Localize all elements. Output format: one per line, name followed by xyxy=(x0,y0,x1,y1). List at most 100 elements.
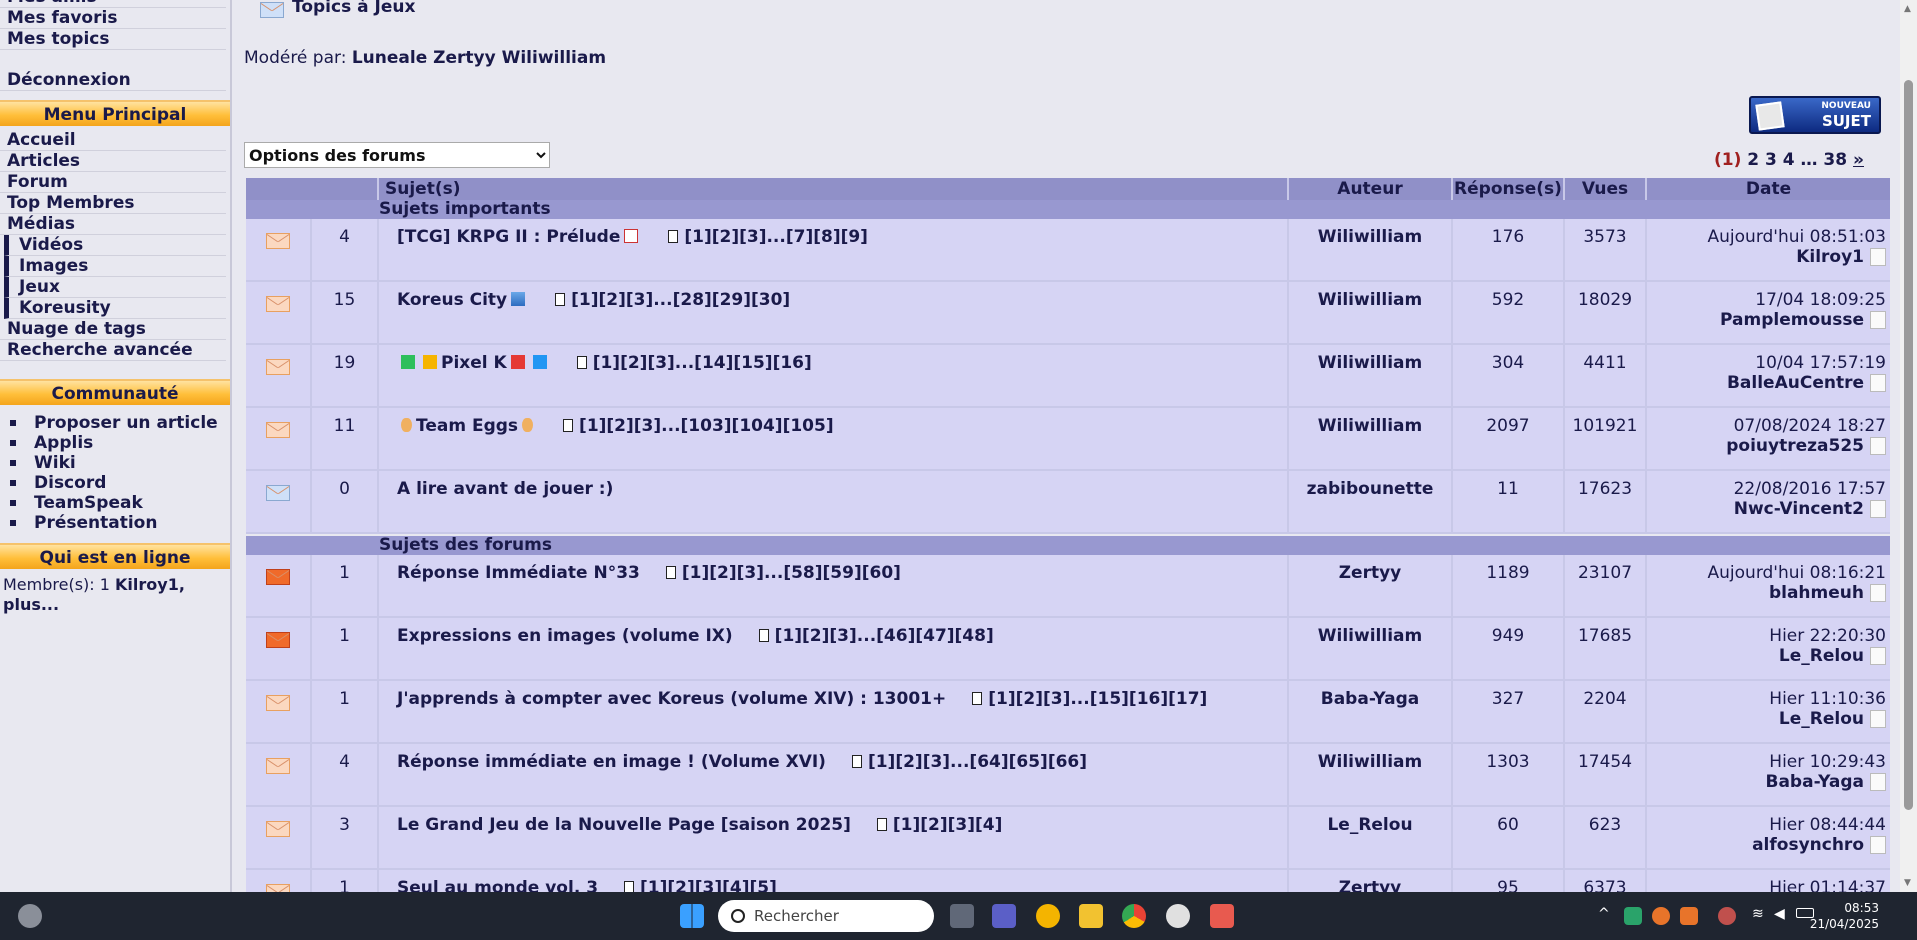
topic-page-links[interactable]: [1][2][3]...[7][8][9] xyxy=(684,227,868,247)
last-post-author-link[interactable]: Le_Relou xyxy=(1779,709,1864,729)
topic-title-link[interactable]: Koreus City xyxy=(397,290,507,310)
weather-icon[interactable] xyxy=(18,904,42,928)
last-post-icon[interactable] xyxy=(1870,311,1886,329)
last-post-author-link[interactable]: Nwc-Vincent2 xyxy=(1734,499,1864,519)
tray-app-icon[interactable] xyxy=(1652,907,1670,925)
store-icon[interactable] xyxy=(1210,904,1234,928)
taskbar-clock[interactable]: 08:53 21/04/2025 xyxy=(1810,900,1879,932)
last-post-author-link[interactable]: Baba-Yaga xyxy=(1766,772,1865,792)
topic-author-link[interactable]: Wiliwilliam xyxy=(1289,345,1453,406)
file-explorer-icon[interactable] xyxy=(1079,904,1103,928)
task-view-icon[interactable] xyxy=(950,904,974,928)
topic-author-link[interactable]: Baba-Yaga xyxy=(1289,681,1453,742)
last-post-icon[interactable] xyxy=(1870,437,1886,455)
topic-page-links[interactable]: [1][2][3]...[28][29][30] xyxy=(571,290,790,310)
page-next-link[interactable]: » xyxy=(1853,150,1864,170)
tray-app3-icon[interactable] xyxy=(1718,907,1736,925)
last-post-author-link[interactable]: alfosynchro xyxy=(1752,835,1864,855)
topic-author-link[interactable]: Zertyy xyxy=(1289,555,1453,616)
topic-title-link[interactable]: Le Grand Jeu de la Nouvelle Page [saison… xyxy=(397,815,851,835)
last-post-icon[interactable] xyxy=(1870,710,1886,728)
last-post-author-link[interactable]: Le_Relou xyxy=(1779,646,1864,666)
topic-author-link[interactable]: Wiliwilliam xyxy=(1289,282,1453,343)
topic-title-link[interactable]: Seul au monde vol. 3 xyxy=(397,878,598,892)
topic-page-links[interactable]: [1][2][3]...[58][59][60] xyxy=(682,563,901,583)
community-link-discord[interactable]: Discord xyxy=(10,473,230,493)
last-post-author-link[interactable]: Kilroy1 xyxy=(1796,247,1864,267)
topic-title-link[interactable]: [TCG] KRPG II : Prélude xyxy=(397,227,620,247)
wifi-icon[interactable]: ≋ xyxy=(1752,906,1764,922)
logout-link[interactable]: Déconnexion xyxy=(0,70,226,91)
topic-title-link[interactable]: Team Eggs xyxy=(416,416,518,436)
topic-page-links[interactable]: [1][2][3][4][5] xyxy=(640,878,777,892)
sidebar-link-medias[interactable]: Médias xyxy=(0,214,226,235)
windows-start-icon[interactable] xyxy=(680,904,704,928)
topic-author-link[interactable]: Le_Relou xyxy=(1289,807,1453,868)
last-post-icon[interactable] xyxy=(1870,374,1886,392)
topic-title-link[interactable]: Expressions en images (volume IX) xyxy=(397,626,733,646)
sidebar-link-recherche-avancee[interactable]: Recherche avancée xyxy=(0,340,226,361)
taskbar-search[interactable]: Rechercher xyxy=(718,900,934,932)
sidebar-link-jeux[interactable]: Jeux xyxy=(4,277,226,298)
topic-page-links[interactable]: [1][2][3][4] xyxy=(893,815,1002,835)
sidebar-link-images[interactable]: Images xyxy=(4,256,226,277)
topic-page-links[interactable]: [1][2][3]...[46][47][48] xyxy=(775,626,994,646)
last-post-author-link[interactable]: poiuytreza525 xyxy=(1726,436,1864,456)
vpn-icon[interactable] xyxy=(1036,904,1060,928)
last-post-icon[interactable] xyxy=(1870,500,1886,518)
last-post-icon[interactable] xyxy=(1870,584,1886,602)
topic-title-link[interactable]: Pixel K xyxy=(441,353,507,373)
last-post-icon[interactable] xyxy=(1870,647,1886,665)
topic-author-link[interactable]: Wiliwilliam xyxy=(1289,618,1453,679)
last-post-author-link[interactable]: blahmeuh xyxy=(1769,583,1864,603)
sidebar-link-top-membres[interactable]: Top Membres xyxy=(0,193,226,214)
topic-page-links[interactable]: [1][2][3]...[14][15][16] xyxy=(593,353,812,373)
forum-options-select[interactable]: Options des forums xyxy=(244,142,550,168)
sidebar-link-articles[interactable]: Articles xyxy=(0,151,226,172)
last-post-author-link[interactable]: BalleAuCentre xyxy=(1727,373,1864,393)
tray-chevron-icon[interactable]: ^ xyxy=(1598,906,1610,922)
online-user-link[interactable]: Kilroy1 xyxy=(115,575,179,594)
community-link-presentation[interactable]: Présentation xyxy=(10,513,230,533)
topic-author-link[interactable]: Wiliwilliam xyxy=(1289,408,1453,469)
sidebar-link-mes-topics[interactable]: Mes topics xyxy=(0,29,226,50)
moderators-names[interactable]: Luneale Zertyy Wiliwilliam xyxy=(352,48,606,68)
topic-title-link[interactable]: Réponse Immédiate N°33 xyxy=(397,563,640,583)
page-links[interactable]: 2 3 4 … 38 xyxy=(1747,150,1847,170)
community-link-proposer[interactable]: Proposer un article xyxy=(10,413,230,433)
security-tray-icon[interactable] xyxy=(1624,907,1642,925)
sidebar-link-koreusity[interactable]: Koreusity xyxy=(4,298,226,319)
last-post-icon[interactable] xyxy=(1870,773,1886,791)
last-post-author-link[interactable]: Pamplemousse xyxy=(1720,310,1864,330)
scroll-up-icon[interactable]: ▲ xyxy=(1904,4,1911,14)
app-icon[interactable] xyxy=(1166,904,1190,928)
sidebar-link-mes-amis[interactable]: Mes amis xyxy=(0,0,226,8)
volume-icon[interactable]: ◀ xyxy=(1774,906,1785,922)
topic-author-link[interactable]: Wiliwilliam xyxy=(1289,744,1453,805)
community-link-wiki[interactable]: Wiki xyxy=(10,453,230,473)
sidebar-link-nuage-de-tags[interactable]: Nuage de tags xyxy=(0,319,226,340)
topic-page-links[interactable]: [1][2][3]...[15][16][17] xyxy=(988,689,1207,709)
topic-page-links[interactable]: [1][2][3]...[103][104][105] xyxy=(579,416,834,436)
last-post-icon[interactable] xyxy=(1870,248,1886,266)
topic-author-link[interactable]: zabibounette xyxy=(1289,471,1453,532)
topic-page-links[interactable]: [1][2][3]...[64][65][66] xyxy=(868,752,1087,772)
chrome-icon[interactable] xyxy=(1122,904,1146,928)
scroll-down-icon[interactable]: ▼ xyxy=(1904,878,1911,888)
topic-author-link[interactable]: Zertyy xyxy=(1289,870,1453,892)
sidebar-link-videos[interactable]: Vidéos xyxy=(4,235,226,256)
topic-author-link[interactable]: Wiliwilliam xyxy=(1289,219,1453,280)
scroll-thumb[interactable] xyxy=(1904,80,1913,810)
topic-title-link[interactable]: Réponse immédiate en image ! (Volume XVI… xyxy=(397,752,826,772)
topic-title-link[interactable]: A lire avant de jouer :) xyxy=(397,479,613,499)
community-link-teamspeak[interactable]: TeamSpeak xyxy=(10,493,230,513)
page-scrollbar[interactable]: ▲ ▼ xyxy=(1900,0,1917,892)
new-topic-button[interactable]: NOUVEAU SUJET xyxy=(1749,96,1881,134)
sidebar-link-forum[interactable]: Forum xyxy=(0,172,226,193)
topics-breadcrumb[interactable]: Topics à Jeux xyxy=(260,0,415,18)
tray-app2-icon[interactable] xyxy=(1680,907,1698,925)
topic-title-link[interactable]: J'apprends à compter avec Koreus (volume… xyxy=(397,689,946,709)
sidebar-link-accueil[interactable]: Accueil xyxy=(0,130,226,151)
teams-icon[interactable] xyxy=(992,904,1016,928)
community-link-applis[interactable]: Applis xyxy=(10,433,230,453)
